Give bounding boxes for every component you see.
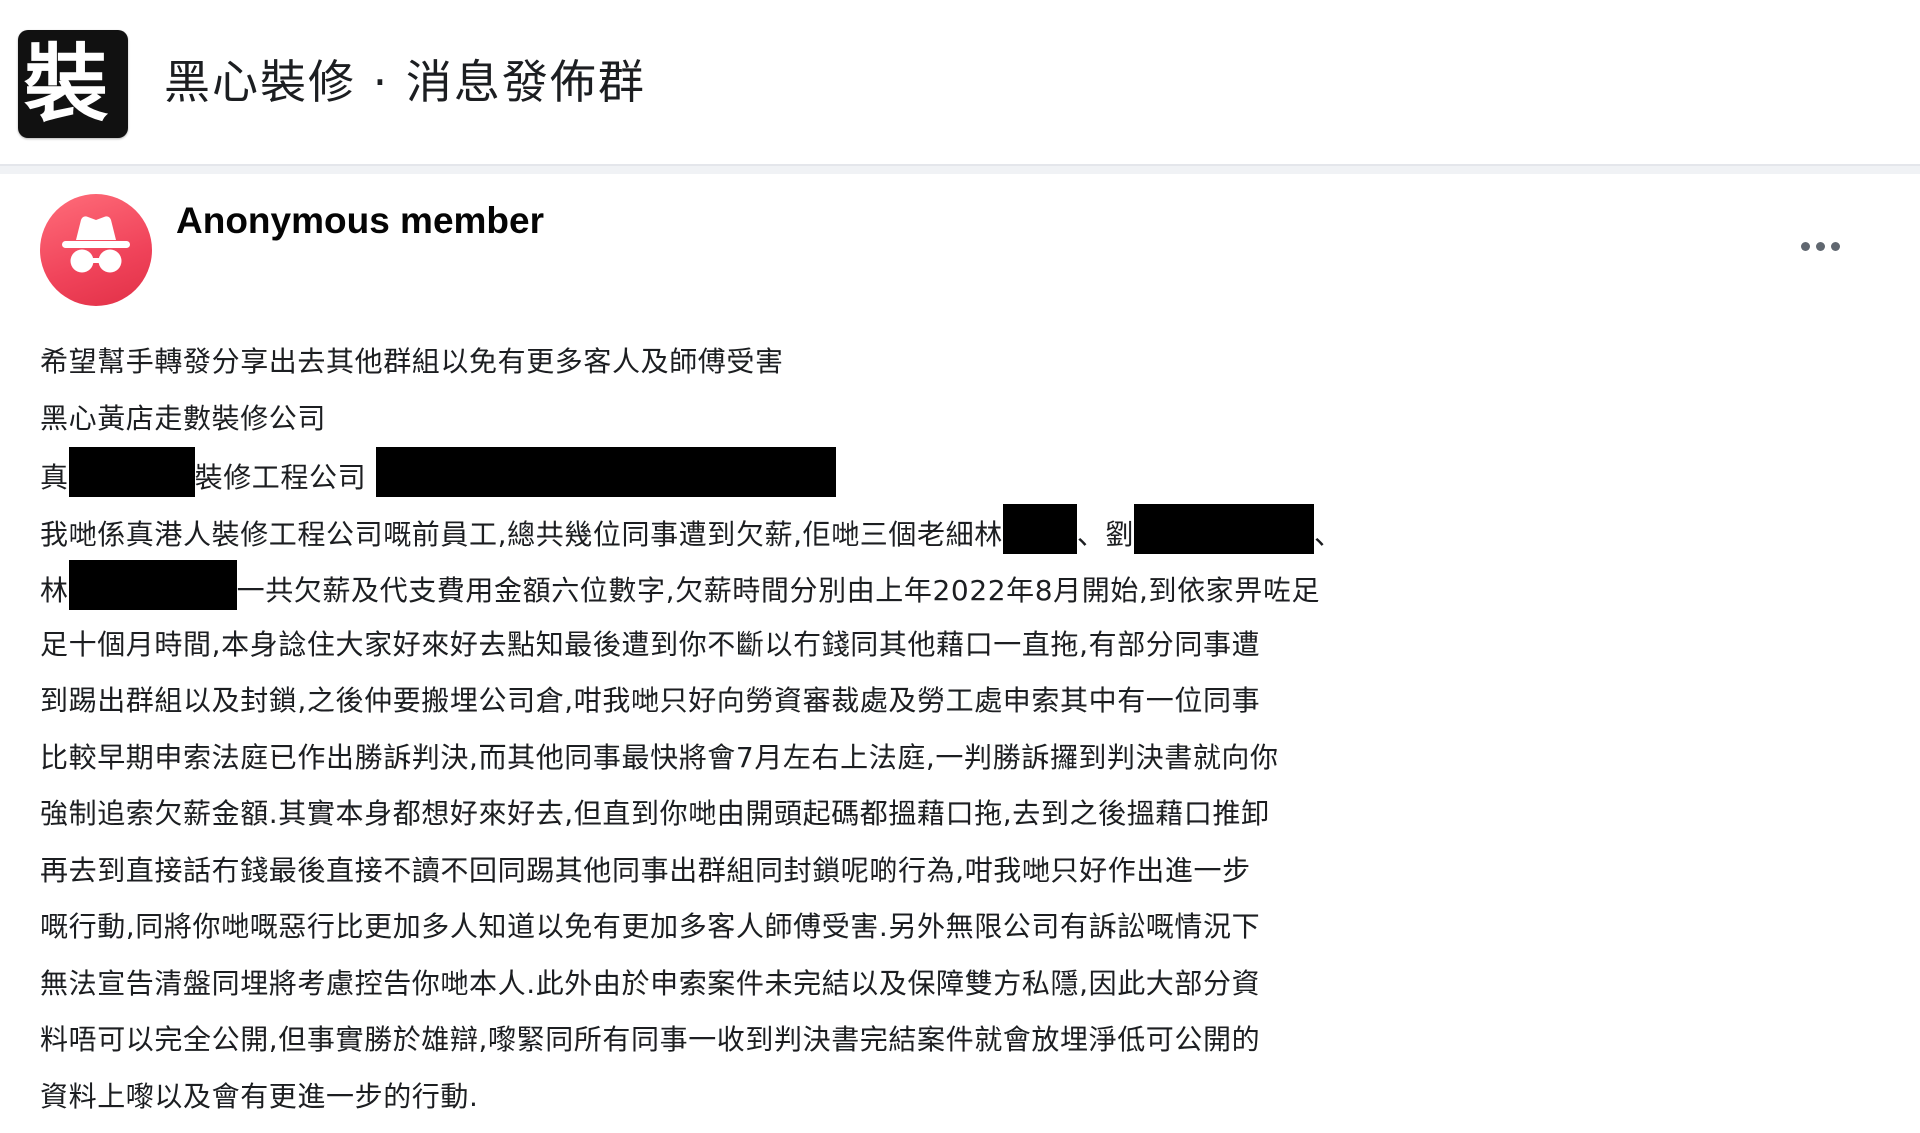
post-line: 強制追索欠薪金額.其實本身都想好來好去,但直到你哋由開頭起碼都搵藉口拖,去到之後…	[40, 797, 1270, 830]
post-line: 希望幫手轉發分享出去其他群組以免有更多客人及師傅受害	[40, 345, 784, 378]
post-text: 裝修工程公司	[194, 461, 367, 494]
group-icon-glyph: 裝	[24, 34, 109, 133]
group-header: 裝 黑心裝修 · 消息發佈群	[0, 0, 1920, 166]
post-line: 足十個月時間,本身諗住大家好來好去點知最後遭到你不斷以冇錢同其他藉口一直拖,有部…	[40, 627, 1261, 661]
incognito-icon	[62, 216, 130, 273]
post-line: 到踢出群組以及封鎖,之後仲要搬埋公司倉,咁我哋只好向勞資審裁處及勞工處申索其中有…	[40, 684, 1261, 717]
post-text: 、	[1314, 517, 1343, 551]
post-body: 希望幫手轉發分享出去其他群組以免有更多客人及師傅受害 黑心黃店走數裝修公司 真 裝…	[40, 334, 1890, 1125]
group-icon[interactable]: 裝	[18, 30, 128, 138]
redaction-bar	[68, 447, 195, 497]
post-line: 再去到直接話冇錢最後直接不讀不回同踢其他同事出群組同封鎖呢啲行為,咁我哋只好作出…	[40, 853, 1251, 887]
post-line: 嘅行動,同將你哋嘅惡行比更加多人知道以免有更加多客人師傅受害.另外無限公司有訴訟…	[40, 910, 1261, 943]
post-line: 資料上嚟以及會有更進一步的行動.	[40, 1079, 479, 1113]
more-options-button[interactable]	[1790, 226, 1850, 266]
group-title[interactable]: 黑心裝修 · 消息發佈群	[164, 52, 646, 112]
redaction-bar	[376, 447, 837, 497]
post-text: 林	[40, 574, 69, 607]
post-author[interactable]: Anonymous member	[176, 198, 544, 244]
post-line: 真 裝修工程公司	[40, 447, 1890, 504]
post-line: 我哋係真港人裝修工程公司嘅前員工,總共幾位同事遭到欠薪,佢哋三個老細林 、劉 、	[40, 503, 1890, 561]
avatar[interactable]	[40, 194, 152, 306]
post-line: 林 一共欠薪及代支費用金額六位數字,欠薪時間分別由上年2022年8月開始,到依家畀…	[40, 560, 1890, 617]
post-text: 、劉	[1076, 517, 1135, 551]
more-horizontal-icon	[1800, 241, 1810, 251]
post-text: 一共欠薪及代支費用金額六位數字,欠薪時間分別由上年2022年8月開始,到依家畀咗…	[236, 574, 1321, 607]
post-line: 料唔可以完全公開,但事實勝於雄辯,嚟緊同所有同事一收到判決書完結案件就會放埋淨低…	[40, 1023, 1261, 1056]
redaction-bar	[1002, 503, 1077, 554]
post-line: 比較早期申索法庭已作出勝訴判決,而其他同事最快將會7月左右上法庭,一判勝訴攞到判…	[40, 740, 1279, 774]
redaction-bar	[1134, 503, 1315, 554]
post-line: 黑心黃店走數裝修公司	[40, 401, 327, 435]
redaction-bar	[68, 560, 237, 610]
post-text: 我哋係真港人裝修工程公司嘅前員工,總共幾位同事遭到欠薪,佢哋三個老細林	[40, 517, 1003, 551]
post-text: 真	[40, 461, 69, 494]
post-line: 無法宣告清盤同埋將考慮控告你哋本人.此外由於申索案件未完結以及保障雙方私隱,因此…	[40, 966, 1261, 1000]
